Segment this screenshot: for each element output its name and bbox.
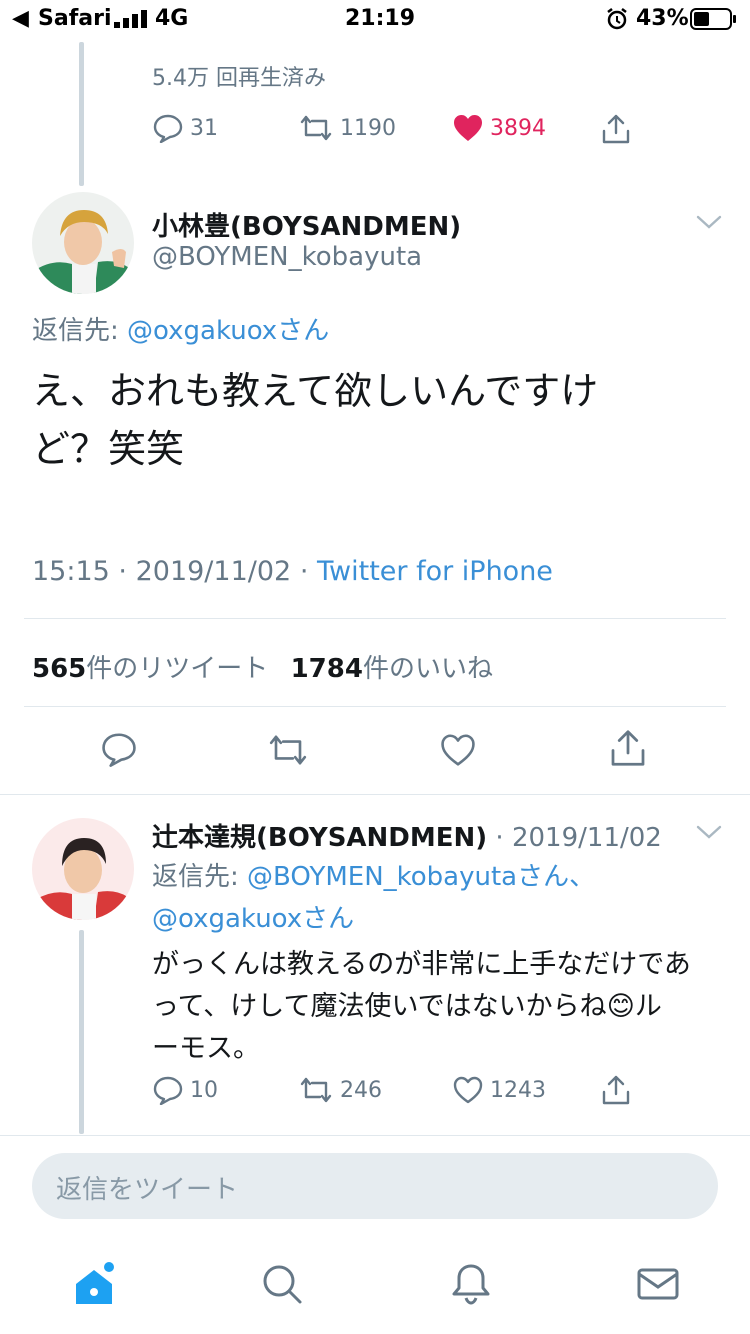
tweet-source-link[interactable]: Twitter for iPhone <box>317 556 553 587</box>
tab-home[interactable] <box>72 1262 116 1306</box>
back-arrow-icon[interactable]: ◀ <box>12 6 29 31</box>
chevron-down-icon[interactable] <box>696 824 722 840</box>
retweets-label: 件のリツイート <box>86 654 269 684</box>
retweet-action[interactable]: 246 <box>298 1075 382 1105</box>
like-count: 3894 <box>490 115 546 141</box>
divider <box>0 1135 750 1136</box>
like-count: 1243 <box>490 1077 546 1103</box>
battery-icon <box>690 8 738 30</box>
retweet-action[interactable]: 1190 <box>298 113 396 143</box>
share-icon <box>600 113 638 145</box>
reply-icon <box>100 730 138 768</box>
tab-search[interactable] <box>260 1262 304 1306</box>
reply-count: 10 <box>190 1077 218 1103</box>
divider <box>24 706 726 707</box>
share-icon <box>608 728 648 768</box>
handle[interactable]: @BOYMEN_kobayuta <box>152 242 422 272</box>
reply-to-line: 返信先: @BOYMEN_kobayutaさん、 @oxgakuoxさん <box>152 856 595 940</box>
retweet-count: 246 <box>340 1077 382 1103</box>
reply-count: 31 <box>190 115 218 141</box>
signal-icon <box>114 10 148 28</box>
retweet-icon <box>266 732 310 768</box>
tab-messages[interactable] <box>636 1262 680 1306</box>
search-icon <box>260 1262 304 1306</box>
likes-label: 件のいいね <box>362 654 493 684</box>
chevron-down-icon[interactable] <box>696 214 722 230</box>
share-button[interactable] <box>608 728 648 768</box>
like-action[interactable]: 1243 <box>452 1075 546 1105</box>
reply-to-user-link[interactable]: @oxgakuoxさん <box>152 904 354 934</box>
like-action[interactable]: 3894 <box>452 113 546 143</box>
alarm-icon <box>605 7 629 31</box>
reply-icon <box>152 1075 190 1105</box>
heart-filled-icon <box>452 113 490 143</box>
likes-number: 1784 <box>290 654 363 684</box>
share-action[interactable] <box>600 113 638 145</box>
engagement-stats: 565件のリツイート 1784件のいいね <box>32 648 493 685</box>
reply-to-label: 返信先: <box>152 862 239 892</box>
reply-to-user-link[interactable]: @oxgakuoxさん <box>127 316 329 346</box>
reply-header: 辻本達規(BOYSANDMEN) · 2019/11/02 <box>152 817 662 854</box>
avatar[interactable] <box>32 818 134 920</box>
tweet-text-line: ど？笑笑 <box>32 427 185 471</box>
view-count: 5.4万 回再生済み <box>152 66 326 91</box>
reply-composer-input[interactable]: 返信をツイート <box>32 1153 718 1219</box>
tweet-time: 15:15 <box>32 556 110 587</box>
share-action[interactable] <box>600 1074 638 1106</box>
retweets-number: 565 <box>32 654 87 684</box>
tweet-text-line: って、けして魔法使いではないからね <box>152 991 607 1022</box>
divider <box>24 618 726 619</box>
heart-icon <box>439 732 477 768</box>
tweet-text: え、おれも教えて欲しいんですけ ど？笑笑 <box>32 362 598 478</box>
tweet-meta: 15:15 · 2019/11/02 · Twitter for iPhone <box>32 556 553 587</box>
reply-icon <box>152 113 190 143</box>
retweet-button[interactable] <box>266 732 310 768</box>
tweet-text-line: がっくんは教えるのが非常に上手なだけであ <box>152 949 691 980</box>
tweet-date: 2019/11/02 <box>511 823 662 853</box>
like-button[interactable] <box>439 732 477 768</box>
battery-percent: 43% <box>636 6 689 31</box>
reply-to-line: 返信先: @oxgakuoxさん <box>32 310 329 347</box>
back-app-label[interactable]: Safari <box>38 6 112 31</box>
heart-icon <box>452 1075 490 1105</box>
reply-action[interactable]: 10 <box>152 1075 218 1105</box>
mail-icon <box>636 1262 680 1306</box>
tweet-text-line: ル <box>634 991 662 1022</box>
network-label: 4G <box>155 6 189 31</box>
retweet-icon <box>298 1075 340 1105</box>
display-name[interactable]: 辻本達規(BOYSANDMEN) <box>152 823 487 853</box>
thread-line <box>79 930 84 1134</box>
dot-separator: · <box>118 556 127 587</box>
reply-placeholder: 返信をツイート <box>56 1175 239 1205</box>
share-icon <box>600 1074 638 1106</box>
divider <box>0 794 750 795</box>
clock: 21:19 <box>345 6 416 31</box>
reply-action[interactable]: 31 <box>152 113 218 143</box>
tweet-text: がっくんは教えるのが非常に上手なだけであ って、けして魔法使いではないからね😊ル… <box>152 944 691 1070</box>
status-bar: ◀ Safari 4G 21:19 43% <box>0 0 750 40</box>
display-name[interactable]: 小林豊(BOYSANDMEN) <box>152 206 461 243</box>
tab-notifications[interactable] <box>449 1262 493 1306</box>
tweet-text-line: え、おれも教えて欲しいんですけ <box>32 369 599 413</box>
tweet-text-line: ーモス。 <box>152 1033 260 1064</box>
dot-separator: · <box>299 556 309 587</box>
tweet-date: 2019/11/02 <box>135 556 292 587</box>
thread-line <box>79 42 84 186</box>
smile-emoji: 😊 <box>606 991 635 1022</box>
reply-button[interactable] <box>100 730 138 768</box>
retweet-count: 1190 <box>340 115 396 141</box>
avatar[interactable] <box>32 192 134 294</box>
likes-stat[interactable]: 1784件のいいね <box>291 654 493 684</box>
retweet-icon <box>298 113 340 143</box>
bell-icon <box>449 1262 493 1306</box>
retweets-stat[interactable]: 565件のリツイート <box>32 654 268 684</box>
reply-to-user-link[interactable]: @BOYMEN_kobayutaさん、 <box>247 862 595 892</box>
reply-to-label: 返信先: <box>32 316 119 346</box>
home-icon <box>72 1262 116 1308</box>
dot-separator: · <box>487 823 512 853</box>
